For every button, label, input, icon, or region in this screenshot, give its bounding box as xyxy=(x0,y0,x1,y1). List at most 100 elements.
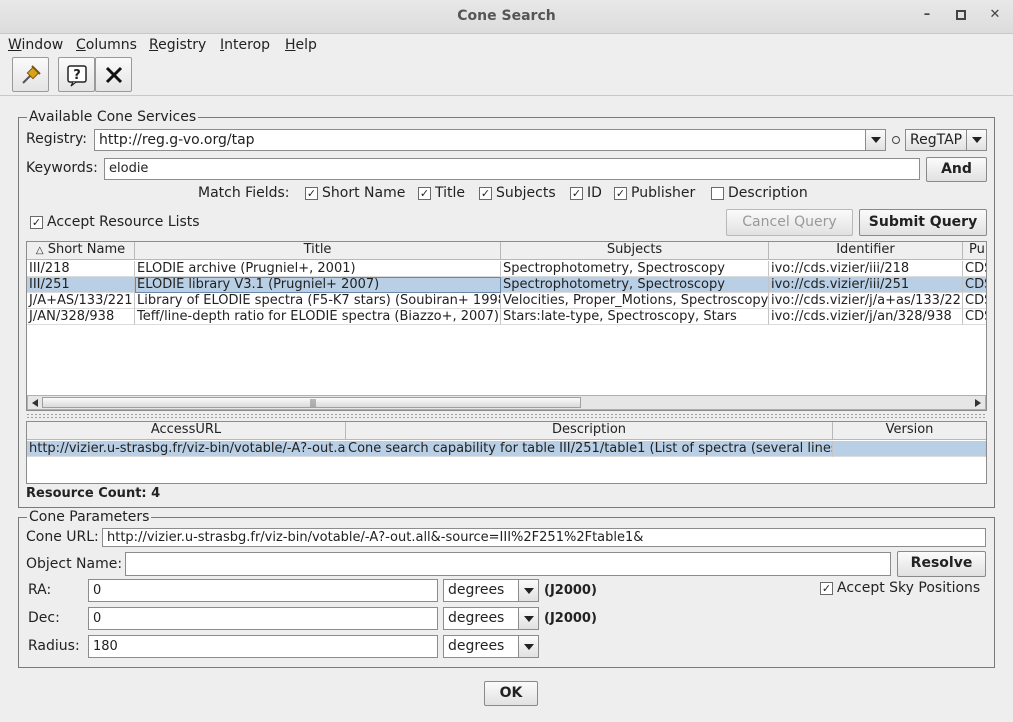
menu-columns[interactable]: Columns xyxy=(76,37,137,53)
submit-query-button[interactable]: Submit Query xyxy=(859,209,987,236)
cone-url-label: Cone URL: xyxy=(26,529,99,545)
scroll-left-icon[interactable] xyxy=(31,399,39,407)
maximize-icon[interactable] xyxy=(952,7,970,25)
table-cell: CDS xyxy=(963,309,986,325)
accept-resource-lists-checkbox[interactable]: ✓ xyxy=(30,216,43,229)
match-description-checkbox[interactable] xyxy=(711,187,724,200)
help-icon: ? xyxy=(66,64,87,86)
chevron-down-icon xyxy=(523,587,534,594)
dec-label: Dec: xyxy=(28,610,60,626)
column-header-identifier[interactable]: Identifier xyxy=(769,242,963,260)
capability-table: AccessURL Description Version http://viz… xyxy=(26,421,987,484)
match-subjects-label: Subjects xyxy=(496,185,556,201)
match-short-name-checkbox[interactable]: ✓ xyxy=(305,187,318,200)
table-cell: ivo://cds.vizier/j/a+as/133/221 xyxy=(769,293,963,309)
accept-sky-positions-checkbox[interactable]: ✓ xyxy=(820,582,833,595)
ra-input[interactable]: 0 xyxy=(88,579,438,602)
window-title: Cone Search xyxy=(457,8,556,24)
accept-sky-positions-label: Accept Sky Positions xyxy=(837,580,981,596)
resource-count: Resource Count: 4 xyxy=(26,486,161,501)
dec-input[interactable]: 0 xyxy=(88,607,438,630)
table-cell: Cone search capability for table III/251… xyxy=(346,441,833,457)
column-header-access-url[interactable]: AccessURL xyxy=(27,422,346,440)
radius-unit-dropdown-button[interactable] xyxy=(518,636,538,657)
capability-row-selected[interactable]: http://vizier.u-strasbg.fr/viz-bin/votab… xyxy=(27,441,986,457)
ra-epoch: (J2000) xyxy=(544,583,597,598)
table-cell: J/A+AS/133/221 xyxy=(27,293,135,309)
status-indicator-icon xyxy=(892,136,900,144)
dec-epoch: (J2000) xyxy=(544,611,597,626)
and-button[interactable]: And xyxy=(926,157,987,182)
match-publisher-label: Publisher xyxy=(631,185,696,201)
table-row[interactable]: III/218 ELODIE archive (Prugniel+, 2001)… xyxy=(27,261,986,277)
cancel-query-button[interactable]: Cancel Query xyxy=(726,209,853,236)
table-cell: ivo://cds.vizier/j/an/328/938 xyxy=(769,309,963,325)
match-id-checkbox[interactable]: ✓ xyxy=(570,187,583,200)
column-header-description[interactable]: Description xyxy=(346,422,833,440)
registry-mode-dropdown-button[interactable] xyxy=(966,130,986,150)
table-cell: Spectrophotometry, Spectroscopy xyxy=(501,277,769,293)
object-name-input[interactable] xyxy=(125,552,891,576)
dec-unit-dropdown-button[interactable] xyxy=(518,608,538,629)
registry-combo[interactable]: http://reg.g-vo.org/tap xyxy=(94,129,886,151)
keywords-input[interactable]: elodie xyxy=(104,158,920,180)
table-cell: ELODIE archive (Prugniel+, 2001) xyxy=(135,261,501,277)
minimize-icon[interactable]: – xyxy=(918,7,936,25)
ok-button[interactable]: OK xyxy=(484,681,538,706)
cone-url-field[interactable]: http://vizier.u-strasbg.fr/viz-bin/votab… xyxy=(102,528,986,547)
services-table: △ Short Name Title Subjects Identifier P… xyxy=(26,241,987,411)
column-header-publisher[interactable]: Pu xyxy=(963,242,986,260)
column-header-title[interactable]: Title xyxy=(135,242,501,260)
match-id-label: ID xyxy=(587,185,602,201)
horizontal-scrollbar[interactable] xyxy=(27,395,986,410)
column-header-subjects[interactable]: Subjects xyxy=(501,242,769,260)
chevron-down-icon xyxy=(523,643,534,650)
object-name-label: Object Name: xyxy=(26,556,123,572)
table-cell: CDS xyxy=(963,277,986,293)
table-row[interactable]: J/AN/328/938 Teff/line-depth ratio for E… xyxy=(27,309,986,325)
chevron-down-icon xyxy=(523,615,534,622)
radius-input[interactable]: 180 xyxy=(88,635,438,658)
match-fields-label: Match Fields: xyxy=(198,185,290,201)
table-cell: ivo://cds.vizier/iii/218 xyxy=(769,261,963,277)
title-bar: Cone Search – ✕ xyxy=(0,0,1013,34)
table-cell: III/251 xyxy=(27,277,135,293)
table-cell xyxy=(833,441,986,457)
table-row[interactable]: J/A+AS/133/221 Library of ELODIE spectra… xyxy=(27,293,986,309)
table-cell: CDS xyxy=(963,293,986,309)
registry-label: Registry: xyxy=(26,131,88,147)
scrollbar-thumb[interactable] xyxy=(42,397,581,408)
menu-window[interactable]: Window xyxy=(8,37,63,53)
table-cell: http://vizier.u-strasbg.fr/viz-bin/votab… xyxy=(27,441,346,457)
window-close-icon[interactable]: ✕ xyxy=(986,7,1004,25)
chevron-down-icon xyxy=(971,137,982,143)
split-pane-divider[interactable] xyxy=(26,413,987,419)
match-subjects-checkbox[interactable]: ✓ xyxy=(479,187,492,200)
pin-button[interactable] xyxy=(12,57,49,92)
pin-icon xyxy=(21,64,41,84)
resolve-button[interactable]: Resolve xyxy=(897,551,986,577)
match-description-label: Description xyxy=(728,185,808,201)
registry-dropdown-button[interactable] xyxy=(865,130,885,150)
column-header-short-name[interactable]: △ Short Name xyxy=(27,242,135,260)
ra-unit-dropdown-button[interactable] xyxy=(518,580,538,601)
match-title-checkbox[interactable]: ✓ xyxy=(418,187,431,200)
table-cell-focused: ELODIE library V3.1 (Prugniel+ 2007) xyxy=(135,277,501,293)
table-cell: J/AN/328/938 xyxy=(27,309,135,325)
menu-registry[interactable]: Registry xyxy=(149,37,206,53)
radius-label: Radius: xyxy=(28,638,80,654)
table-cell: ivo://cds.vizier/iii/251 xyxy=(769,277,963,293)
table-cell: Spectrophotometry, Spectroscopy xyxy=(501,261,769,277)
services-legend: Available Cone Services xyxy=(27,109,199,125)
table-cell: III/218 xyxy=(27,261,135,277)
menu-help[interactable]: Help xyxy=(285,37,317,53)
table-row-selected[interactable]: III/251 ELODIE library V3.1 (Prugniel+ 2… xyxy=(27,277,986,293)
menu-interop[interactable]: Interop xyxy=(220,37,270,53)
scroll-right-icon[interactable] xyxy=(974,399,982,407)
match-publisher-checkbox[interactable]: ✓ xyxy=(614,187,627,200)
toolbar-separator xyxy=(0,95,1013,96)
close-button[interactable] xyxy=(95,57,132,92)
column-header-version[interactable]: Version xyxy=(833,422,986,440)
help-button[interactable]: ? xyxy=(58,57,95,92)
menu-bar: Window Columns Registry Interop Help xyxy=(0,34,1013,56)
